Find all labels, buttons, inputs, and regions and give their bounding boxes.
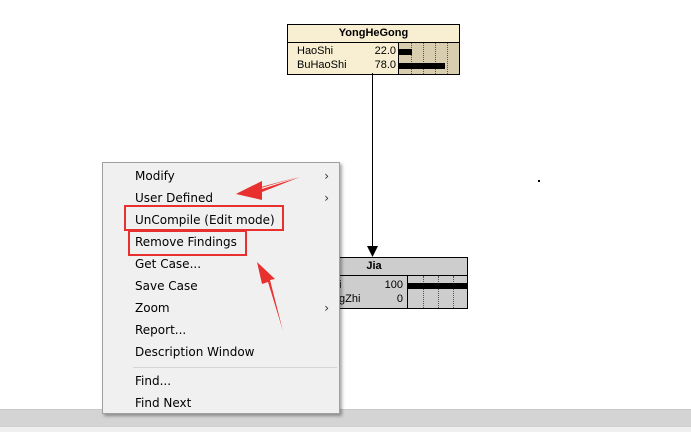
annotation-arrows [236, 177, 300, 331]
red-arrow-icon [257, 262, 283, 331]
red-arrow-icon [236, 177, 300, 200]
